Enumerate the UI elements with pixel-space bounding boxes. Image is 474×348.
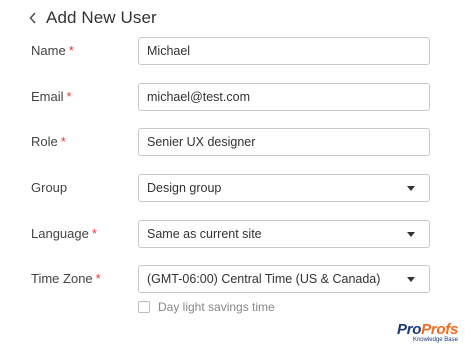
role-row: Role * xyxy=(0,128,474,156)
timezone-label: Time Zone * xyxy=(31,271,101,286)
timezone-select[interactable]: (GMT-06:00) Central Time (US & Canada) xyxy=(138,265,430,293)
group-select[interactable]: Design group xyxy=(138,174,430,202)
language-select[interactable]: Same as current site xyxy=(138,220,430,248)
page-title: Add New User xyxy=(46,8,157,27)
timezone-selected-value: (GMT-06:00) Central Time (US & Canada) xyxy=(147,272,381,286)
language-row: Language * Same as current site xyxy=(0,220,474,248)
name-row: Name * xyxy=(0,37,474,65)
name-label: Name * xyxy=(31,43,74,58)
proprofs-logo: ProProfs Knowledge Base xyxy=(397,322,458,344)
chevron-left-icon[interactable] xyxy=(26,11,40,25)
role-label: Role * xyxy=(31,134,66,149)
daylight-savings-label: Day light savings time xyxy=(158,300,275,314)
caret-down-icon xyxy=(407,277,415,282)
logo-text-pro: Pro xyxy=(397,321,422,338)
group-label: Group xyxy=(31,180,68,195)
email-label: Email * xyxy=(31,89,72,104)
email-input[interactable] xyxy=(138,83,430,111)
language-selected-value: Same as current site xyxy=(147,227,262,241)
name-input[interactable] xyxy=(138,37,430,65)
role-input[interactable] xyxy=(138,128,430,156)
timezone-row: Time Zone * (GMT-06:00) Central Time (US … xyxy=(0,265,474,293)
daylight-savings-checkbox[interactable] xyxy=(138,301,150,313)
group-row: Group Design group xyxy=(0,174,474,202)
logo-subtitle: Knowledge Base xyxy=(412,337,458,343)
caret-down-icon xyxy=(407,232,415,237)
caret-down-icon xyxy=(407,186,415,191)
required-mark: * xyxy=(68,43,74,58)
group-selected-value: Design group xyxy=(147,181,222,195)
required-mark: * xyxy=(91,226,97,241)
logo-text-profs: Profs xyxy=(421,321,458,338)
required-mark: * xyxy=(60,134,66,149)
daylight-savings-option: Day light savings time xyxy=(138,299,275,315)
email-row: Email * xyxy=(0,83,474,111)
required-mark: * xyxy=(95,271,101,286)
page-header: Add New User xyxy=(26,4,157,32)
required-mark: * xyxy=(66,89,72,104)
language-label: Language * xyxy=(31,226,97,241)
